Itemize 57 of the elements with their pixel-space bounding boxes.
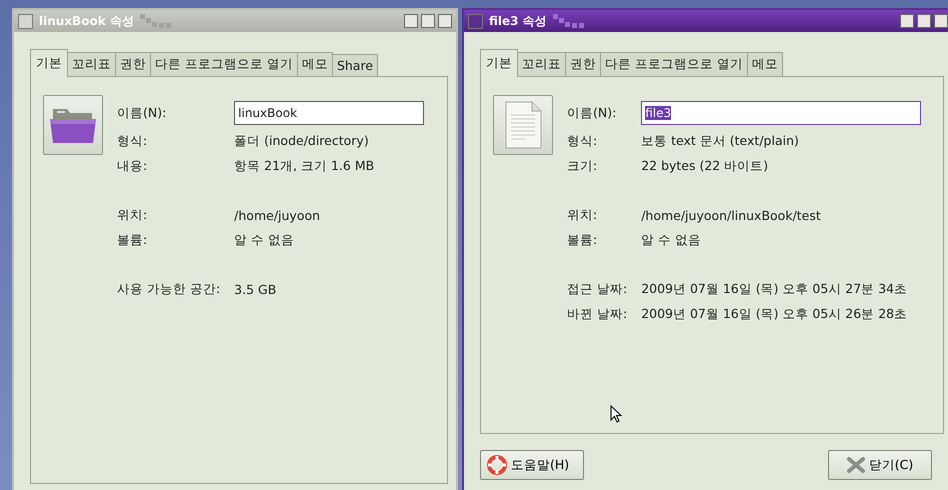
lifebuoy-icon (487, 455, 507, 475)
field-label: 형식: (117, 133, 148, 150)
tab[interactable]: 기본 (480, 49, 518, 77)
close-dialog-button[interactable]: 닫기(C) (828, 450, 932, 480)
field-label: 내용: (117, 158, 148, 175)
close-button[interactable] (934, 14, 948, 28)
document-icon (503, 101, 543, 149)
minimize-button[interactable] (900, 14, 914, 28)
close-icon (846, 457, 865, 473)
field-label: 사용 가능한 공간: (117, 281, 220, 298)
field-label: 위치: (567, 207, 598, 224)
tab[interactable]: 다른 프로그램으로 열기 (600, 52, 748, 76)
title-decoration-icon (140, 14, 172, 28)
icon-button[interactable] (43, 95, 103, 155)
field-label: 볼륨: (567, 232, 598, 249)
field-label: 위치: (117, 207, 148, 224)
field-label: 볼륨: (117, 232, 148, 249)
field-value: 알 수 없음 (641, 232, 702, 249)
maximize-button[interactable] (917, 14, 931, 28)
tab[interactable]: Share (332, 54, 378, 76)
field-label: 크기: (567, 158, 598, 175)
field-value: 2009년 07월 16일 (목) 오후 05시 27분 34초 (641, 281, 908, 298)
maximize-button[interactable] (421, 14, 435, 28)
icon-button[interactable] (493, 95, 553, 155)
window-title: file3 속성 (489, 12, 547, 30)
tab[interactable]: 기본 (30, 49, 68, 77)
mouse-pointer-icon (610, 405, 622, 423)
field-value: /home/juyoon/linuxBook/test (641, 208, 822, 223)
field-value: /home/juyoon (234, 208, 322, 223)
field-label: 이름(N): (567, 104, 618, 122)
field-label: 바뀐 날짜: (567, 306, 628, 323)
field-value: 2009년 07월 16일 (목) 오후 05시 26분 28초 (641, 306, 908, 323)
field-value: 3.5 GB (234, 282, 278, 297)
close-button[interactable] (438, 14, 452, 28)
tab[interactable]: 메모 (746, 52, 783, 76)
title-decoration-icon (552, 14, 585, 28)
window-title: linuxBook 속성 (39, 12, 134, 30)
tab[interactable]: 메모 (296, 52, 333, 76)
field-label: 이름(N): (117, 104, 168, 122)
field-value: 알 수 없음 (234, 232, 296, 249)
window-menu-icon[interactable] (18, 14, 33, 28)
tab[interactable]: 꼬리표 (517, 52, 566, 76)
field-label: 형식: (567, 133, 598, 150)
field-value: 보통 text 문서 (text/plain) (641, 133, 800, 150)
tab[interactable]: 권한 (565, 52, 601, 76)
field-value: 22 bytes (22 바이트) (641, 158, 770, 175)
field-value: 폴더 (inode/directory) (234, 133, 370, 150)
minimize-button[interactable] (404, 14, 418, 28)
field-label: 접근 날짜: (567, 281, 628, 298)
name-field[interactable]: linuxBook (234, 101, 424, 125)
tab[interactable]: 다른 프로그램으로 열기 (150, 52, 298, 76)
help-button[interactable]: 도움말(H) (480, 450, 584, 480)
tab[interactable]: 꼬리표 (67, 52, 116, 76)
field-value: 항목 21개, 크기 1.6 MB (234, 158, 376, 175)
name-field[interactable]: file3 (641, 101, 922, 125)
tab[interactable]: 권한 (115, 52, 151, 76)
window-titlebar[interactable]: file3 속성 (464, 10, 948, 32)
